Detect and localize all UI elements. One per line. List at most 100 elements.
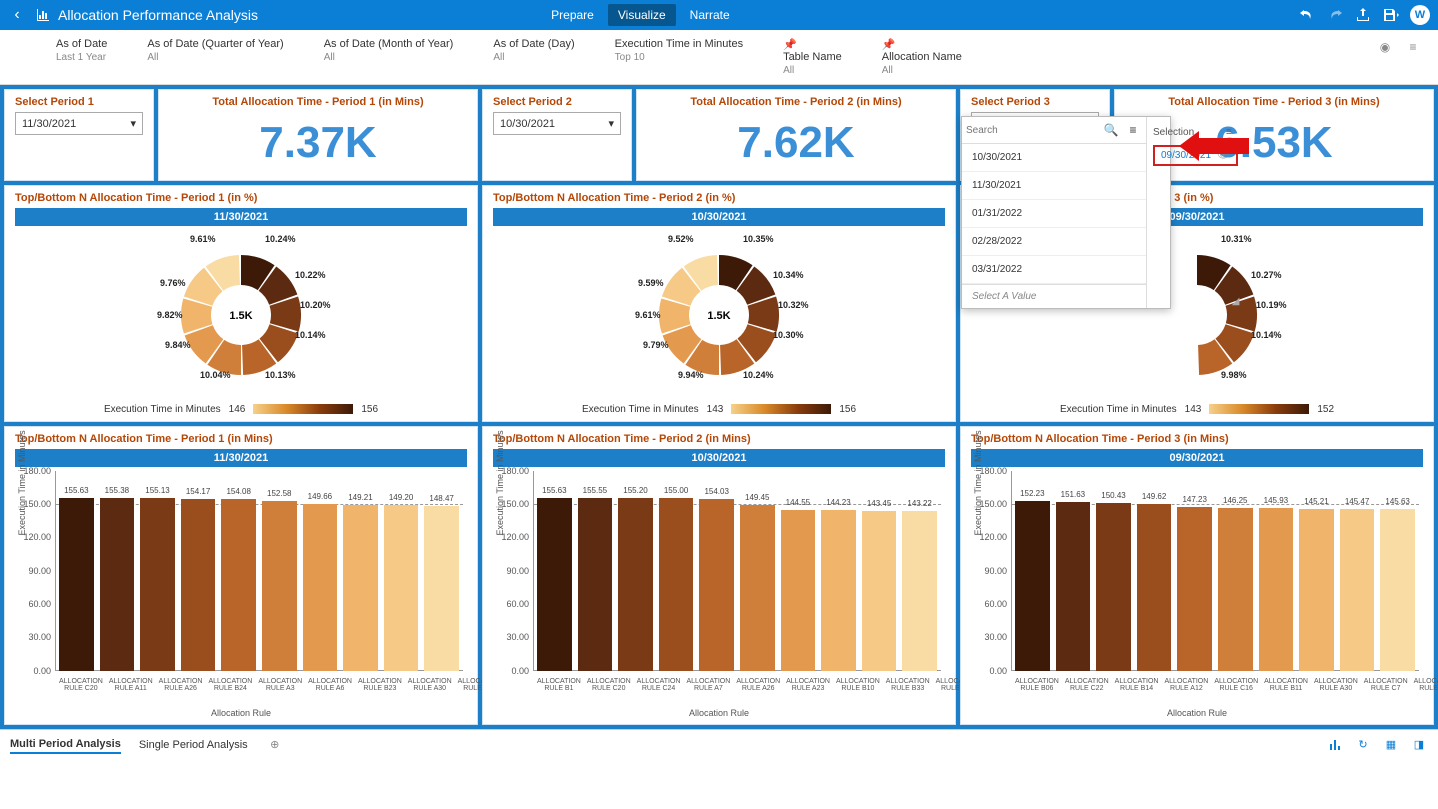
filter-4[interactable]: Execution Time in MinutesTop 10 xyxy=(615,38,743,63)
annotation-arrow xyxy=(1179,126,1249,169)
mode-visualize[interactable]: Visualize xyxy=(608,4,676,26)
back-button[interactable]: ‹ xyxy=(8,6,26,24)
donut-slice-label: 10.14% xyxy=(295,330,326,340)
bar[interactable]: 151.63 xyxy=(1056,502,1091,670)
donut-slice-label: 10.30% xyxy=(773,330,804,340)
dropdown-option[interactable]: 10/30/2021 xyxy=(962,144,1146,172)
bar[interactable]: 155.63 xyxy=(537,498,572,671)
bar[interactable]: 148.47 xyxy=(424,506,459,671)
bar[interactable]: 147.23 xyxy=(1177,507,1212,671)
bar[interactable]: 155.38 xyxy=(100,498,135,671)
donut-slice-label: 9.76% xyxy=(160,278,186,288)
filter-list-icon[interactable]: ≡ xyxy=(1404,38,1422,56)
panel-icon[interactable]: ◨ xyxy=(1410,736,1428,754)
bar[interactable]: 154.03 xyxy=(699,499,734,670)
bar[interactable]: 143.45 xyxy=(862,511,897,670)
mode-prepare[interactable]: Prepare xyxy=(541,4,604,26)
redo-icon[interactable] xyxy=(1326,6,1344,24)
dropdown-option[interactable]: 01/31/2022 xyxy=(962,200,1146,228)
bar-chart-date-header: 11/30/2021 xyxy=(15,449,467,467)
bar[interactable]: 146.25 xyxy=(1218,508,1253,671)
bar[interactable]: 143.22 xyxy=(902,511,937,670)
dropdown-option[interactable]: 11/30/2021 xyxy=(962,172,1146,200)
x-axis-label: ALLOCATION RULE B23 xyxy=(358,678,402,706)
bar[interactable]: 155.55 xyxy=(578,498,613,671)
donut-slice-label: 9.61% xyxy=(190,234,216,244)
donut-slice-label: 10.20% xyxy=(300,300,331,310)
bar[interactable]: 154.17 xyxy=(181,499,216,670)
bar[interactable]: 149.45 xyxy=(740,505,775,671)
bar[interactable]: 152.23 xyxy=(1015,501,1050,670)
select-period-card-3: Select Period 309/30/2021▾🔍≡10/30/202111… xyxy=(960,89,1110,181)
grid-icon[interactable]: ▦ xyxy=(1382,736,1400,754)
filter-0[interactable]: As of DateLast 1 Year xyxy=(56,38,107,63)
bar[interactable]: 145.93 xyxy=(1259,508,1294,670)
x-axis-label: ALLOCATION RULE C16 xyxy=(1214,678,1258,706)
chevron-down-icon: ▾ xyxy=(608,117,614,130)
x-axis-label: ALLOCATION RULE A26 xyxy=(736,678,780,706)
canvas-tabs: Multi Period Analysis Single Period Anal… xyxy=(0,729,1438,760)
bar[interactable]: 145.63 xyxy=(1380,509,1415,671)
bar[interactable]: 145.47 xyxy=(1340,509,1375,671)
export-icon[interactable] xyxy=(1354,6,1372,24)
refresh-icon[interactable]: ↻ xyxy=(1354,736,1372,754)
period-1-dropdown[interactable]: 11/30/2021▾ xyxy=(15,112,143,135)
x-axis-title: Allocation Rule xyxy=(15,708,467,718)
bar[interactable]: 155.00 xyxy=(659,498,694,670)
select-period-title: Select Period 1 xyxy=(15,96,143,108)
bar[interactable]: 149.21 xyxy=(343,505,378,671)
donut-slice-label: 10.32% xyxy=(778,300,809,310)
donut-slice-label: 10.14% xyxy=(1251,330,1282,340)
bar[interactable]: 149.20 xyxy=(384,505,419,671)
bar[interactable]: 155.63 xyxy=(59,498,94,671)
filter-5[interactable]: 📌Table NameAll xyxy=(783,38,842,76)
bar[interactable]: 154.08 xyxy=(221,499,256,670)
dropdown-option[interactable]: 03/31/2022 xyxy=(962,256,1146,284)
bar[interactable]: 152.58 xyxy=(262,501,297,671)
donut-slice-label: 10.13% xyxy=(265,370,296,380)
x-axis-label: ALLOCATION RULE A26 xyxy=(159,678,203,706)
select-period-title: Select Period 3 xyxy=(971,96,1099,108)
x-axis-label: ALLOCATION RULE C7 xyxy=(1364,678,1408,706)
donut-title: Top/Bottom N Allocation Time - Period 1 … xyxy=(15,192,467,204)
resize-handle-icon[interactable]: ◢ xyxy=(1232,296,1242,306)
bar[interactable]: 150.43 xyxy=(1096,503,1131,670)
add-tab-icon[interactable]: ⊕ xyxy=(266,736,284,754)
donut-chart: 1.5K xyxy=(161,235,321,395)
mode-narrate[interactable]: Narrate xyxy=(680,4,740,26)
donut-card-1: Top/Bottom N Allocation Time - Period 1 … xyxy=(4,185,478,422)
bar[interactable]: 155.13 xyxy=(140,498,175,670)
donut-slice-label: 9.59% xyxy=(638,278,664,288)
list-icon[interactable]: ≡ xyxy=(1124,121,1142,139)
bar[interactable]: 144.23 xyxy=(821,510,856,670)
dropdown-search-input[interactable] xyxy=(966,125,1098,136)
search-icon[interactable]: 🔍 xyxy=(1102,121,1120,139)
kpi-value: 7.37K xyxy=(169,112,467,174)
tab-single-period[interactable]: Single Period Analysis xyxy=(139,737,248,753)
bar[interactable]: 145.21 xyxy=(1299,509,1334,670)
mode-switcher: Prepare Visualize Narrate xyxy=(541,4,740,26)
user-avatar[interactable]: W xyxy=(1410,5,1430,25)
x-axis-label: ALLOCATION RULE A30 xyxy=(1314,678,1358,706)
period-2-dropdown[interactable]: 10/30/2021▾ xyxy=(493,112,621,135)
x-axis-label: ALLOCATION RULE B10 xyxy=(836,678,880,706)
x-axis-label: ALLOCATION RULE C22 xyxy=(1065,678,1109,706)
tab-multi-period[interactable]: Multi Period Analysis xyxy=(10,736,121,754)
donut-slice-label: 10.27% xyxy=(1251,270,1282,280)
filter-6[interactable]: 📌Allocation NameAll xyxy=(882,38,962,76)
bar[interactable]: 144.55 xyxy=(781,510,816,671)
filter-2[interactable]: As of Date (Month of Year)All xyxy=(324,38,454,63)
filter-3[interactable]: As of Date (Day)All xyxy=(493,38,574,63)
dropdown-option[interactable]: 02/28/2022 xyxy=(962,228,1146,256)
filter-settings-icon[interactable]: ◉ xyxy=(1376,38,1394,56)
bar[interactable]: 149.66 xyxy=(303,504,338,670)
save-dropdown-icon[interactable] xyxy=(1382,6,1400,24)
x-axis-label: ALLOCATION RULE C20 xyxy=(59,678,103,706)
bar[interactable]: 155.20 xyxy=(618,498,653,670)
donut-slice-label: 9.94% xyxy=(678,370,704,380)
bar[interactable]: 149.62 xyxy=(1137,504,1172,670)
auto-insights-icon[interactable] xyxy=(1326,736,1344,754)
undo-icon[interactable] xyxy=(1298,6,1316,24)
gradient-bar xyxy=(253,404,353,414)
filter-1[interactable]: As of Date (Quarter of Year)All xyxy=(147,38,283,63)
